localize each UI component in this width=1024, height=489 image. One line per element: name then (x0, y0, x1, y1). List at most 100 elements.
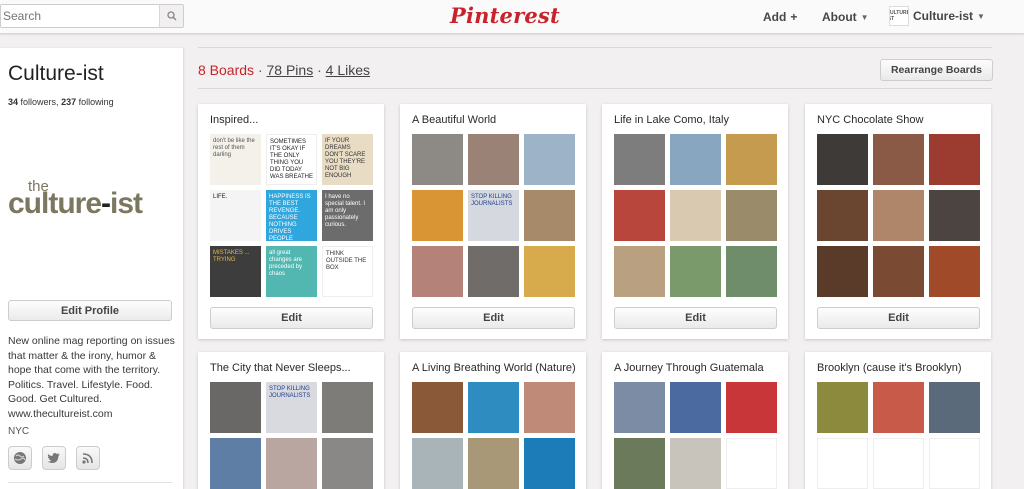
pin-thumbnail[interactable] (468, 438, 519, 489)
pin-thumbnail[interactable]: STOP KILLING JOURNALISTS (266, 382, 317, 433)
likes-count-link[interactable]: 4 Likes (326, 62, 370, 78)
pin-thumbnail[interactable] (210, 382, 261, 433)
board-title[interactable]: Inspired... (210, 114, 380, 126)
pin-thumbnail[interactable] (817, 134, 868, 185)
rss-button[interactable] (76, 446, 100, 470)
pin-thumbnail[interactable] (726, 438, 777, 489)
board-card[interactable]: Brooklyn (cause it's Brooklyn) (805, 352, 991, 489)
twitter-bird-icon (47, 453, 60, 463)
pin-thumbnail[interactable] (873, 382, 924, 433)
pin-thumbnail[interactable] (524, 438, 575, 489)
pin-thumbnail[interactable] (524, 134, 575, 185)
pin-thumbnail[interactable] (670, 134, 721, 185)
search-input[interactable] (1, 5, 159, 27)
pin-thumbnail[interactable] (524, 190, 575, 241)
pin-thumbnail[interactable] (726, 382, 777, 433)
pin-thumbnail[interactable] (412, 246, 463, 297)
board-title[interactable]: A Beautiful World (412, 114, 582, 126)
followers-count[interactable]: 34 (8, 97, 18, 107)
board-edit-button[interactable]: Edit (210, 307, 373, 329)
pin-thumbnail[interactable] (929, 438, 980, 489)
pin-thumbnail[interactable] (726, 190, 777, 241)
pin-thumbnail[interactable] (614, 438, 665, 489)
board-card[interactable]: A Journey Through Guatemala (602, 352, 788, 489)
board-edit-button[interactable]: Edit (412, 307, 575, 329)
pin-thumbnail[interactable] (929, 134, 980, 185)
website-button[interactable] (8, 446, 32, 470)
board-title[interactable]: NYC Chocolate Show (817, 114, 987, 126)
board-title[interactable]: A Journey Through Guatemala (614, 362, 784, 374)
board-title[interactable]: The City that Never Sleeps... (210, 362, 380, 374)
pin-thumbnail[interactable] (322, 438, 373, 489)
nav-about-menu[interactable]: About ▼ (822, 10, 869, 24)
pin-thumbnail[interactable] (614, 382, 665, 433)
pin-thumbnail[interactable] (670, 190, 721, 241)
pin-thumbnail[interactable]: STOP KILLING JOURNALISTS (468, 190, 519, 241)
pin-thumbnail[interactable]: all great changes are preceded by chaos (266, 246, 317, 297)
pin-thumbnail[interactable] (670, 382, 721, 433)
board-card[interactable]: Life in Lake Como, Italy Edit (602, 104, 788, 339)
pin-thumbnail[interactable] (873, 134, 924, 185)
board-edit-button[interactable]: Edit (817, 307, 980, 329)
pin-thumbnail[interactable] (412, 190, 463, 241)
board-title[interactable]: A Living Breathing World (Nature) (412, 362, 582, 374)
edit-profile-button[interactable]: Edit Profile (8, 300, 172, 321)
pinterest-logo[interactable]: Pinterest (450, 3, 560, 28)
pin-thumbnail[interactable]: IF YOUR DREAMS DON'T SCARE YOU THEY'RE N… (322, 134, 373, 185)
pin-thumbnail[interactable]: MISTAKES ... TRYING (210, 246, 261, 297)
board-edit-button[interactable]: Edit (614, 307, 777, 329)
pin-thumbnail[interactable]: don't be like the rest of them darling (210, 134, 261, 185)
nav-add-menu[interactable]: Add + (763, 10, 797, 24)
pin-thumbnail[interactable] (524, 382, 575, 433)
board-card[interactable]: NYC Chocolate Show Edit (805, 104, 991, 339)
search-button[interactable] (159, 5, 183, 27)
pin-thumbnail[interactable] (468, 246, 519, 297)
twitter-button[interactable] (42, 446, 66, 470)
pin-thumbnail[interactable] (929, 382, 980, 433)
pin-thumbnail[interactable] (412, 438, 463, 489)
pin-thumbnail[interactable]: SOMETIMES IT'S OKAY IF THE ONLY THING YO… (266, 134, 317, 185)
rearrange-boards-button[interactable]: Rearrange Boards (880, 59, 993, 81)
pin-thumbnail[interactable]: THINK OUTSIDE THE BOX (322, 246, 373, 297)
pin-thumbnail[interactable]: I have no special talent. I am only pass… (322, 190, 373, 241)
pin-thumbnail[interactable] (873, 246, 924, 297)
board-card[interactable]: The City that Never Sleeps... STOP KILLIN… (198, 352, 384, 489)
pin-thumbnail[interactable] (210, 438, 261, 489)
pin-thumbnail[interactable] (524, 246, 575, 297)
pin-thumbnail[interactable] (670, 438, 721, 489)
pin-thumbnail[interactable] (817, 438, 868, 489)
pin-thumbnail[interactable] (670, 246, 721, 297)
pin-thumbnail[interactable] (726, 134, 777, 185)
nav-user-menu[interactable]: CULTURE-IST Culture-ist ▼ (889, 6, 985, 26)
pin-thumbnail[interactable] (929, 246, 980, 297)
pin-thumbnail[interactable] (266, 438, 317, 489)
pin-thumbnail[interactable]: HAPPINESS IS THE BEST REVENGE. BECAUSE N… (266, 190, 317, 241)
pin-thumbnail[interactable] (726, 246, 777, 297)
pin-thumbnail[interactable] (817, 382, 868, 433)
board-card[interactable]: A Living Breathing World (Nature) (400, 352, 586, 489)
pin-thumbnail[interactable]: LIFE. (210, 190, 261, 241)
boards-count-link[interactable]: 8 Boards (198, 62, 254, 78)
pin-thumbnail[interactable] (614, 134, 665, 185)
pin-thumbnail[interactable] (614, 246, 665, 297)
globe-icon (14, 452, 26, 464)
pin-thumbnail[interactable] (468, 382, 519, 433)
board-title[interactable]: Life in Lake Como, Italy (614, 114, 784, 126)
pin-thumbnail[interactable] (817, 190, 868, 241)
pin-thumbnail[interactable] (322, 382, 373, 433)
pins-count-link[interactable]: 78 Pins (267, 62, 314, 78)
pin-thumbnail[interactable] (614, 190, 665, 241)
pin-thumbnail[interactable] (817, 246, 868, 297)
pin-thumbnail[interactable] (468, 134, 519, 185)
pin-thumbnail[interactable] (412, 134, 463, 185)
board-card[interactable]: Inspired... don't be like the rest of the… (198, 104, 384, 339)
pin-thumbnail[interactable] (873, 190, 924, 241)
followers-label[interactable]: followers, (21, 97, 59, 107)
pin-thumbnail[interactable] (873, 438, 924, 489)
pin-thumbnail[interactable] (929, 190, 980, 241)
board-card[interactable]: A Beautiful World STOP KILLING JOURNALIST… (400, 104, 586, 339)
pin-thumbnail[interactable] (412, 382, 463, 433)
following-label[interactable]: following (79, 97, 114, 107)
board-title[interactable]: Brooklyn (cause it's Brooklyn) (817, 362, 987, 374)
following-count[interactable]: 237 (61, 97, 76, 107)
